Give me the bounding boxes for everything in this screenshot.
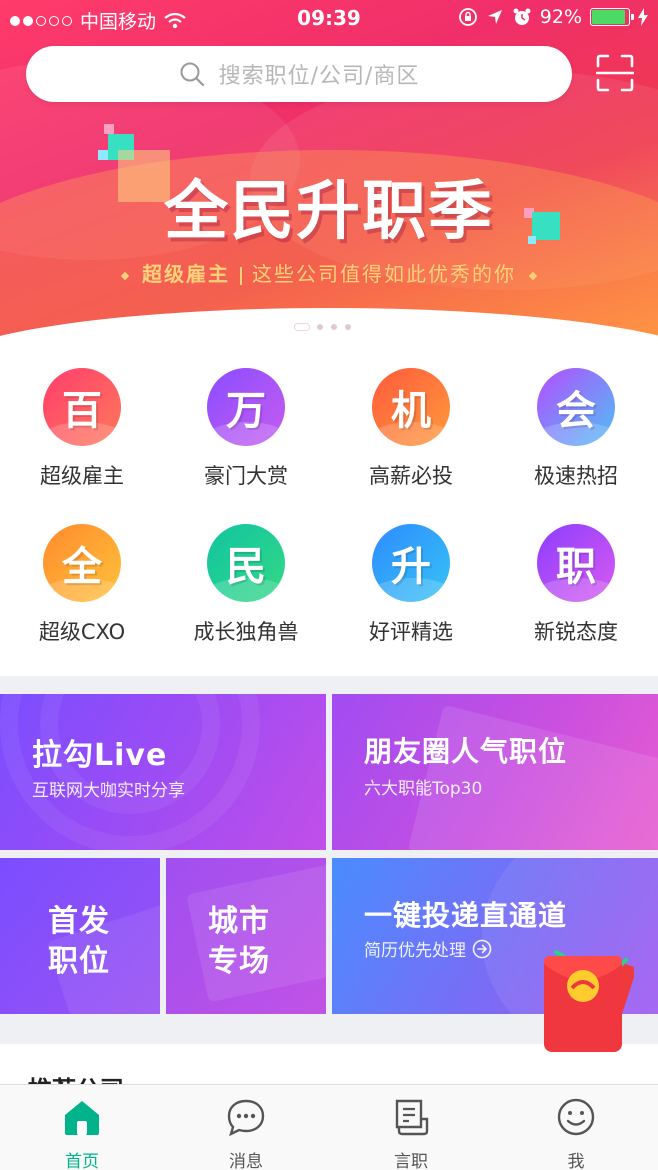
- category-icon: 全: [43, 524, 121, 602]
- category-label: 极速热招: [534, 464, 618, 488]
- tab-bar: 首页 消息 言职 我: [0, 1084, 658, 1170]
- promo-city-line1: 城市: [208, 904, 270, 939]
- category-item[interactable]: 全 超级CXO: [0, 524, 164, 646]
- location-icon: [487, 10, 502, 24]
- pager-dot[interactable]: [295, 324, 309, 330]
- tab-messages[interactable]: 消息: [164, 1085, 328, 1170]
- promo-live-subtitle: 互联网大咖实时分享: [32, 781, 185, 801]
- red-packet-icon[interactable]: [536, 944, 634, 1064]
- status-bar: 中国移动 09:39 92%: [0, 0, 658, 38]
- battery-icon: [590, 8, 634, 26]
- profile-icon: [557, 1098, 595, 1136]
- category-icon: 升: [372, 524, 450, 602]
- search-bar[interactable]: 搜索职位/公司/商区: [26, 46, 572, 102]
- category-item[interactable]: 万 豪门大赏: [164, 368, 328, 490]
- category-icon: 百: [43, 368, 121, 446]
- pager-dot[interactable]: [317, 324, 323, 330]
- search-placeholder: 搜索职位/公司/商区: [218, 64, 420, 89]
- category-label: 高薪必投: [369, 464, 453, 488]
- banner-subtitle: 超级雇主 这些公司值得如此优秀的你: [0, 258, 658, 287]
- promo-first-release[interactable]: 首发 职位: [0, 858, 160, 1014]
- category-label: 成长独角兽: [193, 620, 299, 644]
- document-icon: [395, 1099, 429, 1136]
- promo-one-click-subtitle: 简历优先处理: [364, 941, 466, 961]
- alarm-icon: [513, 8, 531, 25]
- pager-dot[interactable]: [331, 324, 337, 330]
- arrow-circle-icon: [472, 939, 492, 958]
- rotation-lock-icon: [458, 8, 477, 26]
- promo-first-line2: 职位: [48, 944, 110, 979]
- category-label: 新锐态度: [534, 620, 618, 644]
- category-item[interactable]: 民 成长独角兽: [164, 524, 328, 646]
- tab-label: 消息: [229, 1152, 263, 1170]
- category-label: 超级雇主: [40, 464, 124, 488]
- scan-icon[interactable]: [596, 54, 634, 92]
- category-icon: 会: [537, 368, 615, 446]
- category-item[interactable]: 机 高薪必投: [329, 368, 493, 490]
- promo-one-click-title: 一键投递直通道: [364, 899, 568, 932]
- category-grid: 百 超级雇主 万 豪门大赏 机 高薪必投 会 极速热招 全 超级CXO 民 成长…: [0, 342, 658, 676]
- tab-label: 言职: [394, 1152, 428, 1170]
- search-icon: [180, 62, 204, 87]
- banner-subtitle-rest: 这些公司值得如此优秀的你: [252, 262, 516, 286]
- category-item[interactable]: 职 新锐态度: [494, 524, 658, 646]
- banner-subtitle-bold: 超级雇主: [142, 262, 230, 286]
- category-icon: 职: [537, 524, 615, 602]
- home-icon: [65, 1101, 99, 1135]
- promo-moments[interactable]: 朋友圈人气职位 六大职能Top30: [332, 694, 658, 850]
- charging-icon: [638, 8, 648, 26]
- category-icon: 民: [207, 524, 285, 602]
- diamond-icon: [528, 271, 538, 280]
- promo-moments-title: 朋友圈人气职位: [364, 735, 568, 768]
- tab-label: 我: [567, 1152, 585, 1170]
- tab-discuss[interactable]: 言职: [329, 1085, 493, 1170]
- pager-dot[interactable]: [345, 324, 351, 330]
- divider: [240, 266, 242, 285]
- promo-one-click-subtitle-row: 简历优先处理: [364, 936, 492, 961]
- category-icon: 机: [372, 368, 450, 446]
- pixel-decor: [98, 150, 108, 160]
- battery-percent: 92%: [539, 6, 582, 28]
- banner-title: 全民升职季: [164, 175, 494, 249]
- tab-me[interactable]: 我: [494, 1085, 658, 1170]
- category-label: 超级CXO: [38, 620, 126, 644]
- banner-pager[interactable]: [295, 324, 351, 330]
- category-label: 好评精选: [369, 620, 453, 644]
- category-icon: 万: [207, 368, 285, 446]
- promo-first-line1: 首发: [48, 904, 110, 939]
- promo-live[interactable]: 拉勾Live 互联网大咖实时分享: [0, 694, 326, 850]
- message-icon: [227, 1099, 265, 1137]
- category-item[interactable]: 百 超级雇主: [0, 368, 164, 490]
- tab-home[interactable]: 首页: [0, 1085, 164, 1170]
- promo-city-line2: 专场: [208, 944, 270, 979]
- tab-label: 首页: [65, 1152, 99, 1170]
- category-label: 豪门大赏: [204, 464, 288, 488]
- category-item[interactable]: 会 极速热招: [494, 368, 658, 490]
- pixel-decor: [104, 124, 114, 134]
- promo-moments-subtitle: 六大职能Top30: [364, 779, 483, 799]
- diamond-icon: [120, 271, 130, 280]
- category-item[interactable]: 升 好评精选: [329, 524, 493, 646]
- promo-live-title: 拉勾Live: [32, 738, 168, 773]
- promo-city[interactable]: 城市 专场: [166, 858, 326, 1014]
